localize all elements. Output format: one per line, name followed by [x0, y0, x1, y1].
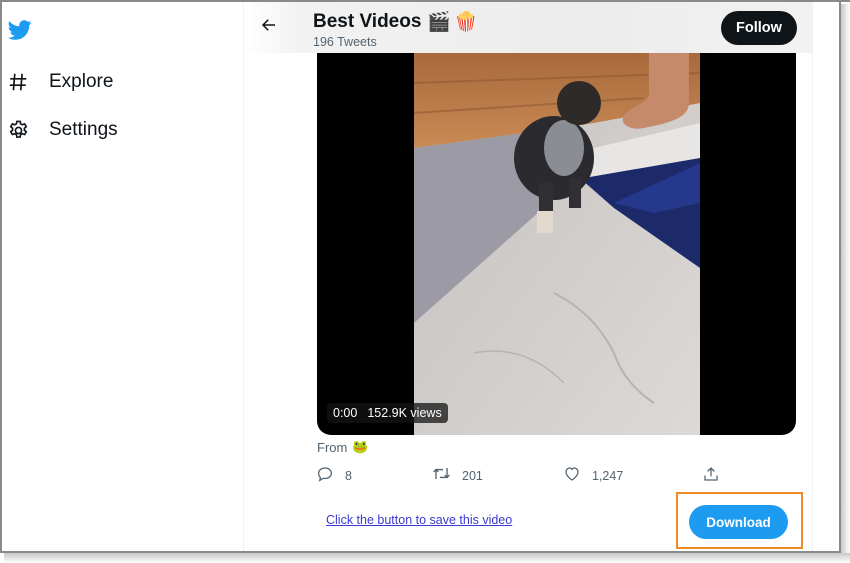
reply-count: 8	[345, 469, 352, 483]
like-button[interactable]: 1,247	[563, 465, 623, 487]
heart-icon	[563, 465, 581, 488]
window-border	[0, 0, 850, 2]
window-border	[0, 0, 2, 553]
download-button[interactable]: Download	[689, 505, 788, 539]
sidebar-item-settings[interactable]: Settings	[6, 114, 118, 146]
share-button[interactable]	[702, 465, 720, 487]
back-button[interactable]	[258, 16, 280, 38]
arrow-left-icon	[260, 16, 278, 39]
follow-button[interactable]: Follow	[721, 11, 797, 45]
video-player[interactable]: 0:00 152.9K views	[317, 53, 796, 435]
browser-window: Explore Settings Best Videos 🎬 🍿 196 Twe…	[0, 0, 850, 563]
window-shadow	[841, 4, 850, 557]
frog-emoji-icon: 🐸	[352, 439, 369, 454]
gear-icon	[6, 118, 30, 142]
clapper-board-emoji-icon: 🎬	[427, 12, 452, 33]
save-video-link[interactable]: Click the button to save this video	[326, 513, 512, 527]
popcorn-emoji-icon: 🍿	[454, 12, 478, 33]
page-title-text: Best Videos	[313, 11, 422, 32]
sidebar-item-label: Settings	[49, 119, 118, 140]
share-icon	[702, 465, 720, 488]
retweet-count: 201	[462, 469, 483, 483]
like-count: 1,247	[592, 469, 624, 483]
twitter-bird-icon[interactable]	[6, 18, 34, 42]
sidebar-item-explore[interactable]: Explore	[6, 66, 113, 98]
from-label: From	[317, 439, 348, 455]
tweet-actions: 8 201 1,247	[316, 465, 726, 487]
sidebar-item-label: Explore	[49, 71, 114, 92]
reply-button[interactable]: 8	[316, 465, 352, 487]
tweet-count: 196 Tweets	[313, 35, 377, 49]
window-shadow	[4, 553, 850, 563]
column-divider	[243, 2, 244, 551]
video-source: From 🐸	[317, 439, 369, 455]
sidebar: Explore Settings	[2, 2, 242, 551]
hashtag-icon	[6, 70, 30, 94]
page-title: Best Videos 🎬 🍿	[313, 10, 478, 34]
video-views: 152.9K views	[367, 406, 442, 420]
reply-icon	[316, 465, 334, 488]
video-time: 0:00	[333, 406, 358, 420]
retweet-icon	[432, 464, 451, 488]
video-time-views: 0:00 152.9K views	[327, 403, 448, 423]
profile-header: Best Videos 🎬 🍿 196 Tweets Follow	[244, 2, 812, 53]
retweet-button[interactable]: 201	[432, 465, 483, 487]
column-divider	[812, 2, 813, 551]
video-frame	[414, 53, 700, 435]
